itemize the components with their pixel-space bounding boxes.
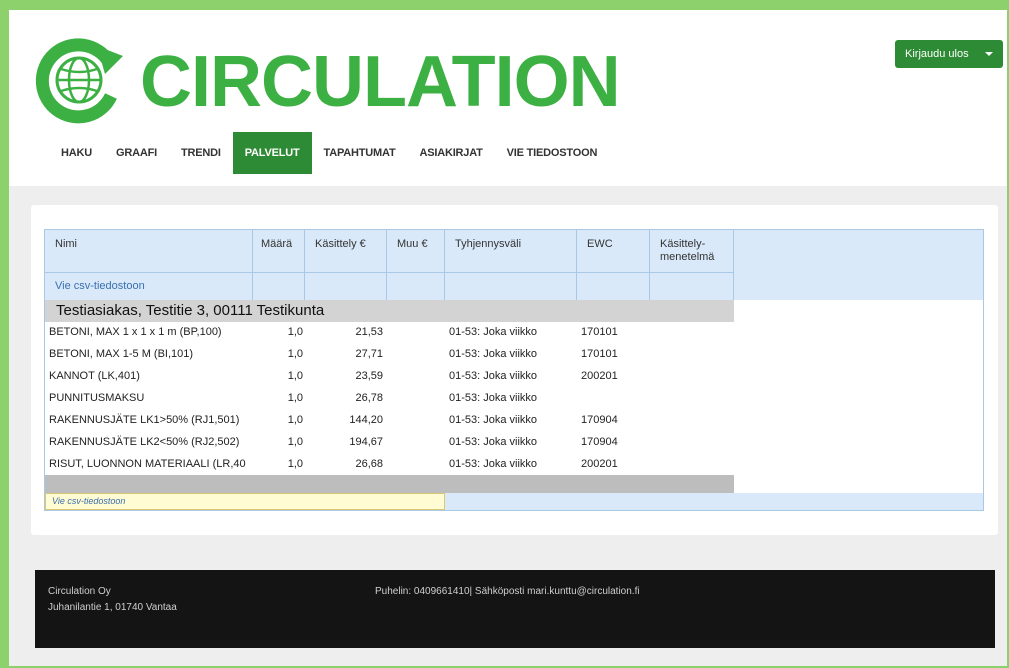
page: CIRCULATION Kirjaudu ulos HAKU GRAAFI TR… [9,10,1007,666]
cell-cost: 23,59 [355,370,383,382]
cell-qty: 1,0 [287,392,303,404]
caret-down-icon [985,52,993,56]
footer-company: Circulation Oy [48,586,111,597]
cell-name: PUNNITUSMAKSU [49,392,145,404]
logout-button[interactable]: Kirjaudu ulos [895,40,1003,68]
table-row[interactable]: RAKENNUSJÄTE LK1>50% (RJ1,501) 1,0 144,2… [45,410,734,432]
cell-name: BETONI, MAX 1 x 1 x 1 m (BP,100) [49,326,222,338]
cell-cost: 27,71 [355,348,383,360]
nav-graafi[interactable]: GRAAFI [104,132,169,174]
table-row[interactable]: KANNOT (LK,401) 1,0 23,59 01-53: Joka vi… [45,366,734,388]
csv-export-link[interactable]: Vie csv-tiedostoon [55,280,145,292]
cell-qty: 1,0 [287,458,303,470]
cell-ewc: 200201 [581,370,618,382]
nav-tapahtumat[interactable]: TAPAHTUMAT [312,132,408,174]
site-footer: Circulation Oy Juhanilantie 1, 01740 Van… [35,570,995,648]
cell-ewc: 170904 [581,414,618,426]
footer-contact: Puhelin: 0409661410| Sähköposti mari.kun… [375,586,640,597]
cell-name: BETONI, MAX 1-5 M (BI,101) [49,348,194,360]
cell-qty: 1,0 [287,414,303,426]
cell-name: RISUT, LUONNON MATERIAALI (LR,40 [49,458,246,470]
group-footer [45,475,734,493]
filter-cell [577,272,650,300]
globe-recycle-icon [31,32,127,128]
cell-cost: 26,68 [355,458,383,470]
cell-qty: 1,0 [287,436,303,448]
cell-interval: 01-53: Joka viikko [449,326,538,338]
cell-name: KANNOT (LK,401) [49,370,140,382]
footer-address: Juhanilantie 1, 01740 Vantaa [48,602,177,613]
table-header: Nimi Määrä Käsittely € Muu € Tyhjennysvä… [45,230,983,300]
cell-interval: 01-53: Joka viikko [449,458,538,470]
cell-name: RAKENNUSJÄTE LK2<50% (RJ2,502) [49,436,240,448]
filter-cell [445,272,577,300]
cell-interval: 01-53: Joka viikko [449,348,538,360]
cell-interval: 01-53: Joka viikko [449,414,538,426]
cell-qty: 1,0 [287,348,303,360]
cell-ewc: 200201 [581,458,618,470]
nav-palvelut[interactable]: PALVELUT [232,132,312,174]
col-header-maara[interactable]: Määrä [253,230,305,272]
cell-qty: 1,0 [287,370,303,382]
table-row[interactable]: BETONI, MAX 1-5 M (BI,101) 1,0 27,71 01-… [45,344,734,366]
col-header-kasittely[interactable]: Käsittely € [305,230,387,272]
nav-trendi[interactable]: TRENDI [169,132,233,174]
cell-cost: 21,53 [355,326,383,338]
col-header-muu[interactable]: Muu € [387,230,445,272]
brand-title: CIRCULATION [140,42,621,122]
col-header-ewc[interactable]: EWC [577,230,650,272]
col-header-tyhjennysvali[interactable]: Tyhjennysväli [445,230,577,272]
cell-cost: 26,78 [355,392,383,404]
cell-ewc: 170904 [581,436,618,448]
col-header-nimi[interactable]: Nimi [45,230,253,272]
cell-name: RAKENNUSJÄTE LK1>50% (RJ1,501) [49,414,240,426]
cell-ewc: 170101 [581,326,618,338]
col-header-menetelma[interactable]: Käsittely-menetelmä [650,230,734,272]
nav-vie-tiedostoon[interactable]: VIE TIEDOSTOON [495,132,610,174]
cell-interval: 01-53: Joka viikko [449,436,538,448]
table-row[interactable]: RISUT, LUONNON MATERIAALI (LR,40 1,0 26,… [45,454,734,476]
logout-label: Kirjaudu ulos [905,48,969,60]
cell-interval: 01-53: Joka viikko [449,370,538,382]
table-row[interactable]: RAKENNUSJÄTE LK2<50% (RJ2,502) 1,0 194,6… [45,432,734,454]
services-table: Nimi Määrä Käsittely € Muu € Tyhjennysvä… [44,229,984,511]
csv-export-link-footer[interactable]: Vie csv-tiedostoon [45,493,445,510]
filter-cell [387,272,445,300]
filter-cell [650,272,734,300]
table-row[interactable]: BETONI, MAX 1 x 1 x 1 m (BP,100) 1,0 21,… [45,322,734,344]
filter-cell [253,272,305,300]
cell-cost: 144,20 [349,414,383,426]
cell-qty: 1,0 [287,326,303,338]
cell-interval: 01-53: Joka viikko [449,392,538,404]
main-nav: HAKU GRAAFI TRENDI PALVELUT TAPAHTUMAT A… [49,132,609,174]
filter-cell [305,272,387,300]
group-header: Testiasiakas, Testitie 3, 00111 Testikun… [45,300,734,322]
cell-ewc: 170101 [581,348,618,360]
nav-haku[interactable]: HAKU [49,132,104,174]
content-panel: Nimi Määrä Käsittely € Muu € Tyhjennysvä… [31,205,998,535]
nav-asiakirjat[interactable]: ASIAKIRJAT [407,132,494,174]
table-row[interactable]: PUNNITUSMAKSU 1,0 26,78 01-53: Joka viik… [45,388,734,410]
cell-cost: 194,67 [349,436,383,448]
header: CIRCULATION Kirjaudu ulos HAKU GRAAFI TR… [9,10,1007,186]
